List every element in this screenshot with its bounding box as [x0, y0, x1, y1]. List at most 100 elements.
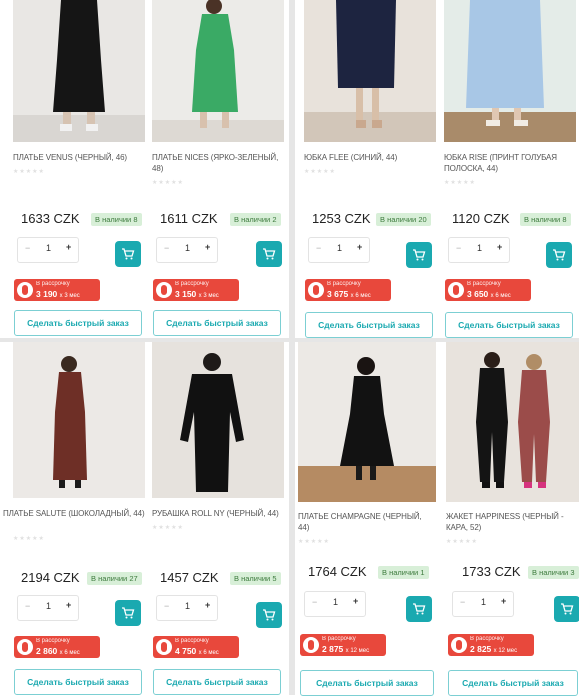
product-price: 1457 CZK: [160, 570, 219, 585]
quantity-increase-button[interactable]: +: [66, 600, 71, 610]
add-to-cart-button[interactable]: [256, 602, 282, 628]
installment-badge[interactable]: В рассрочку 2 875 х 12 мес: [300, 634, 386, 656]
quantity-increase-button[interactable]: +: [66, 242, 71, 252]
product-photo[interactable]: [152, 342, 284, 498]
installment-label: В рассрочку: [327, 281, 361, 287]
quick-order-button[interactable]: Сделать быстрый заказ: [14, 669, 142, 695]
quantity-stepper: − 1 +: [156, 237, 218, 263]
quantity-value[interactable]: 1: [337, 243, 342, 253]
product-name[interactable]: ЮБКА RISE (ПРИНТ ГОЛУБАЯ ПОЛОСКА, 44): [444, 152, 578, 174]
stock-badge: В наличии 8: [520, 213, 571, 226]
product-name[interactable]: РУБАШКА ROLL NY (ЧЕРНЫЙ, 44): [152, 508, 286, 519]
product-name[interactable]: ПЛАТЬЕ NICES (ЯРКО-ЗЕЛЕНЫЙ, 48): [152, 152, 286, 174]
product-image: [476, 352, 550, 488]
stock-badge: В наличии 27: [87, 572, 142, 585]
installment-badge[interactable]: В рассрочку 2 825 х 12 мес: [448, 634, 534, 656]
quantity-value[interactable]: 1: [477, 243, 482, 253]
quick-order-button[interactable]: Сделать быстрый заказ: [153, 310, 281, 336]
quantity-decrease-button[interactable]: −: [164, 243, 169, 253]
shopping-cart-icon: [263, 609, 276, 621]
product-price: 1733 CZK: [462, 564, 521, 579]
rating-stars: ★★★★★: [446, 539, 478, 545]
installment-amount: 2 875 х 12 мес: [322, 644, 370, 654]
product-photo[interactable]: [444, 0, 576, 142]
shopping-cart-icon: [122, 607, 135, 619]
quantity-increase-button[interactable]: +: [501, 596, 506, 606]
add-to-cart-button[interactable]: [115, 600, 141, 626]
rating-stars: ★★★★★: [152, 180, 184, 186]
quantity-value[interactable]: 1: [333, 597, 338, 607]
panel-divider-vertical: [289, 0, 295, 695]
quantity-increase-button[interactable]: +: [205, 600, 210, 610]
quantity-decrease-button[interactable]: −: [25, 601, 30, 611]
stock-badge: В наличии 2: [230, 213, 281, 226]
installment-label: В рассрочку: [36, 281, 70, 287]
installment-amount: 3 190 х 3 мес: [36, 289, 80, 299]
product-photo[interactable]: [13, 342, 145, 498]
quantity-value[interactable]: 1: [481, 597, 486, 607]
installment-logo-icon: [303, 637, 319, 653]
product-name[interactable]: ПЛАТЬЕ SALUTE (ШОКОЛАДНЫЙ, 44): [3, 508, 145, 519]
stock-badge: В наличии 20: [376, 213, 431, 226]
installment-badge[interactable]: В рассрочку 2 860 х 6 мес: [14, 636, 100, 658]
quantity-decrease-button[interactable]: −: [460, 597, 465, 607]
add-to-cart-button[interactable]: [546, 242, 572, 268]
product-card: ПЛАТЬЕ CHAMPAGNE (ЧЕРНЫЙ, 44) ★★★★★ 1764…: [298, 342, 436, 696]
quantity-decrease-button[interactable]: −: [25, 243, 30, 253]
product-image: [304, 0, 436, 142]
add-to-cart-button[interactable]: [256, 241, 282, 267]
quantity-stepper: − 1 +: [304, 591, 366, 617]
shopping-cart-icon: [561, 603, 574, 615]
product-image: [298, 357, 436, 502]
quantity-increase-button[interactable]: +: [497, 242, 502, 252]
quick-order-button[interactable]: Сделать быстрый заказ: [153, 669, 281, 695]
quantity-value[interactable]: 1: [185, 601, 190, 611]
add-to-cart-button[interactable]: [406, 242, 432, 268]
quick-order-button[interactable]: Сделать быстрый заказ: [14, 310, 142, 336]
installment-badge[interactable]: В рассрочку 3 190 х 3 мес: [14, 279, 100, 301]
installment-logo-icon: [156, 639, 172, 655]
rating-stars: ★★★★★: [444, 180, 476, 186]
stock-badge: В наличии 8: [91, 213, 142, 226]
quantity-value[interactable]: 1: [185, 243, 190, 253]
product-photo[interactable]: [13, 0, 145, 142]
quick-order-button[interactable]: Сделать быстрый заказ: [448, 670, 578, 696]
quantity-increase-button[interactable]: +: [205, 242, 210, 252]
quantity-value[interactable]: 1: [46, 243, 51, 253]
installment-badge[interactable]: В рассрочку 3 650 х 6 мес: [445, 279, 531, 301]
shopping-cart-icon: [263, 248, 276, 260]
product-name[interactable]: ПЛАТЬЕ CHAMPAGNE (ЧЕРНЫЙ, 44): [298, 511, 432, 533]
product-name[interactable]: ЮБКА FLEE (СИНИЙ, 44): [304, 152, 438, 163]
installment-badge[interactable]: В рассрочку 4 750 х 6 мес: [153, 636, 239, 658]
add-to-cart-button[interactable]: [115, 241, 141, 267]
product-photo[interactable]: [298, 342, 436, 502]
quantity-increase-button[interactable]: +: [353, 596, 358, 606]
installment-logo-icon: [17, 282, 33, 298]
product-name[interactable]: ЖАКЕТ HAPPINESS (ЧЕРНЫЙ - КАРА, 52): [446, 511, 576, 533]
product-price: 1764 CZK: [308, 564, 367, 579]
product-card: ЖАКЕТ HAPPINESS (ЧЕРНЫЙ - КАРА, 52) ★★★★…: [446, 342, 579, 696]
add-to-cart-button[interactable]: [406, 596, 432, 622]
product-card: РУБАШКА ROLL NY (ЧЕРНЫЙ, 44) ★★★★★ 1457 …: [152, 342, 284, 695]
quick-order-button[interactable]: Сделать быстрый заказ: [445, 312, 573, 338]
product-photo[interactable]: [152, 0, 284, 142]
product-image: [444, 0, 576, 142]
quantity-decrease-button[interactable]: −: [312, 597, 317, 607]
quantity-stepper: − 1 +: [448, 237, 510, 263]
product-photo[interactable]: [446, 342, 579, 502]
product-image: [13, 0, 145, 142]
add-to-cart-button[interactable]: [554, 596, 579, 622]
quantity-decrease-button[interactable]: −: [456, 243, 461, 253]
quantity-value[interactable]: 1: [46, 601, 51, 611]
product-photo[interactable]: [304, 0, 436, 142]
installment-badge[interactable]: В рассрочку 3 150 х 3 мес: [153, 279, 239, 301]
quantity-increase-button[interactable]: +: [357, 242, 362, 252]
installment-badge[interactable]: В рассрочку 3 675 х 6 мес: [305, 279, 391, 301]
quick-order-button[interactable]: Сделать быстрый заказ: [305, 312, 433, 338]
quantity-decrease-button[interactable]: −: [164, 601, 169, 611]
quantity-decrease-button[interactable]: −: [316, 243, 321, 253]
installment-amount: 3 675 х 6 мес: [327, 289, 371, 299]
product-name[interactable]: ПЛАТЬЕ VENUS (ЧЕРНЫЙ, 46): [13, 152, 147, 163]
stock-badge: В наличии 3: [528, 566, 579, 579]
quick-order-button[interactable]: Сделать быстрый заказ: [300, 670, 434, 696]
